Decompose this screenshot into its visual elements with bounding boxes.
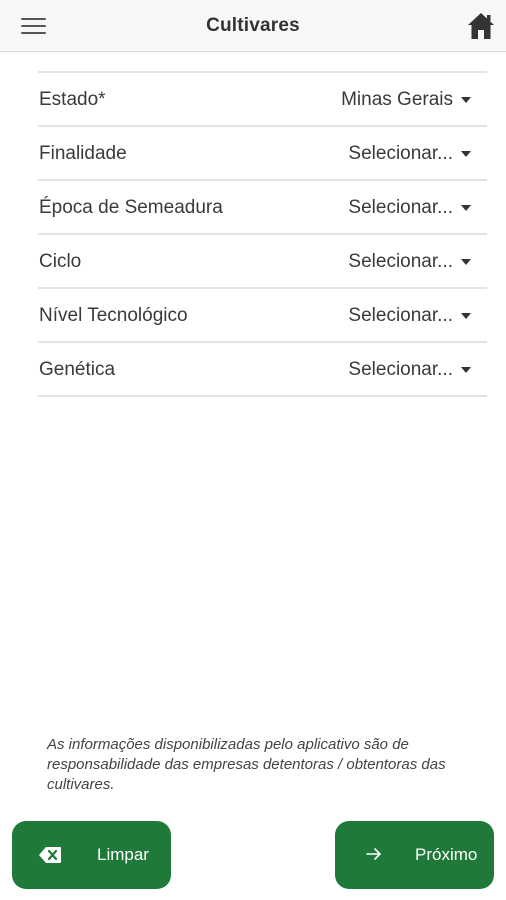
top-app-bar: Cultivares bbox=[0, 0, 506, 52]
arrow-right-icon bbox=[365, 845, 383, 868]
next-button-label: Próximo bbox=[415, 845, 478, 864]
next-button[interactable]: Próximo bbox=[335, 821, 494, 889]
field-label: Estado* bbox=[39, 89, 106, 110]
backspace-icon bbox=[38, 845, 62, 870]
genetica-select[interactable]: Selecionar... bbox=[348, 359, 471, 381]
select-value: Minas Gerais bbox=[341, 89, 453, 110]
select-value: Selecionar... bbox=[348, 251, 453, 272]
home-icon[interactable] bbox=[466, 10, 496, 42]
field-label: Finalidade bbox=[39, 143, 127, 164]
field-genetica: Genética Selecionar... bbox=[38, 341, 487, 397]
field-label: Nível Tecnológico bbox=[39, 305, 188, 326]
ciclo-select[interactable]: Selecionar... bbox=[348, 251, 471, 273]
caret-down-icon bbox=[461, 205, 471, 211]
field-ciclo: Ciclo Selecionar... bbox=[38, 233, 487, 287]
field-label: Época de Semeadura bbox=[39, 197, 223, 218]
caret-down-icon bbox=[461, 313, 471, 319]
disclaimer-text: As informações disponibilizadas pelo apl… bbox=[47, 736, 446, 793]
select-value: Selecionar... bbox=[348, 359, 453, 380]
estado-select[interactable]: Minas Gerais bbox=[341, 89, 471, 111]
clear-button-label: Limpar bbox=[97, 845, 149, 864]
field-label: Ciclo bbox=[39, 251, 82, 272]
field-nivel-tecnologico: Nível Tecnológico Selecionar... bbox=[38, 287, 487, 341]
page-title: Cultivares bbox=[206, 15, 300, 36]
filter-form: Estado* Minas Gerais Finalidade Selecion… bbox=[38, 71, 487, 397]
field-estado: Estado* Minas Gerais bbox=[38, 71, 487, 125]
field-finalidade: Finalidade Selecionar... bbox=[38, 125, 487, 179]
caret-down-icon bbox=[461, 259, 471, 265]
select-value: Selecionar... bbox=[348, 197, 453, 218]
finalidade-select[interactable]: Selecionar... bbox=[348, 143, 471, 165]
caret-down-icon bbox=[461, 151, 471, 157]
clear-button[interactable]: Limpar bbox=[12, 821, 171, 889]
field-epoca-semeadura: Época de Semeadura Selecionar... bbox=[38, 179, 487, 233]
field-label: Genética bbox=[39, 359, 116, 380]
caret-down-icon bbox=[461, 367, 471, 373]
select-value: Selecionar... bbox=[348, 305, 453, 326]
select-value: Selecionar... bbox=[348, 143, 453, 164]
nivel-tecnologico-select[interactable]: Selecionar... bbox=[348, 305, 471, 327]
epoca-semeadura-select[interactable]: Selecionar... bbox=[348, 197, 471, 219]
caret-down-icon bbox=[461, 97, 471, 103]
